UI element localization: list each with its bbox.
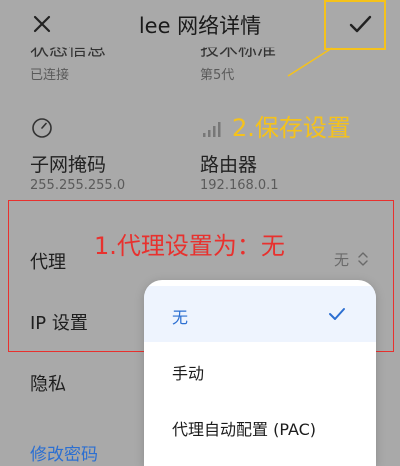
tech-value: 第5代 bbox=[200, 68, 235, 83]
proxy-selector[interactable]: 无 bbox=[334, 248, 384, 270]
router-label: 路由器 bbox=[200, 154, 258, 176]
annotation-save: 2.保存设置 bbox=[232, 114, 351, 142]
proxy-value: 无 bbox=[334, 251, 350, 269]
menu-option-label: 代理自动配置 (PAC) bbox=[172, 420, 317, 439]
subnet-label: 子网掩码 bbox=[30, 154, 107, 176]
annotation-proxy: 1.代理设置为：无 bbox=[94, 232, 285, 260]
subnet-value: 255.255.255.0 bbox=[30, 178, 126, 193]
proxy-label: 代理 bbox=[30, 252, 66, 273]
menu-option-label: 手动 bbox=[172, 364, 205, 383]
ip-settings-label[interactable]: IP 设置 bbox=[30, 309, 88, 335]
gauge-icon bbox=[30, 116, 54, 144]
status-value: 已连接 bbox=[30, 68, 70, 83]
menu-option-none[interactable]: 无 bbox=[144, 286, 376, 342]
updown-chevron-icon bbox=[358, 252, 368, 266]
menu-option-label: 无 bbox=[172, 308, 189, 327]
save-highlight-box bbox=[324, 0, 386, 50]
router-value: 192.168.0.1 bbox=[200, 178, 279, 193]
signal-icon bbox=[200, 116, 224, 144]
menu-option-pac[interactable]: 代理自动配置 (PAC) bbox=[144, 398, 376, 454]
privacy-label[interactable]: 隐私 bbox=[30, 370, 66, 396]
annotation-line bbox=[287, 47, 333, 77]
selected-check-icon bbox=[329, 308, 345, 320]
change-password-link[interactable]: 修改密码 bbox=[30, 440, 98, 465]
proxy-dropdown: 无 手动 代理自动配置 (PAC) bbox=[144, 280, 376, 466]
menu-option-manual[interactable]: 手动 bbox=[144, 342, 376, 398]
